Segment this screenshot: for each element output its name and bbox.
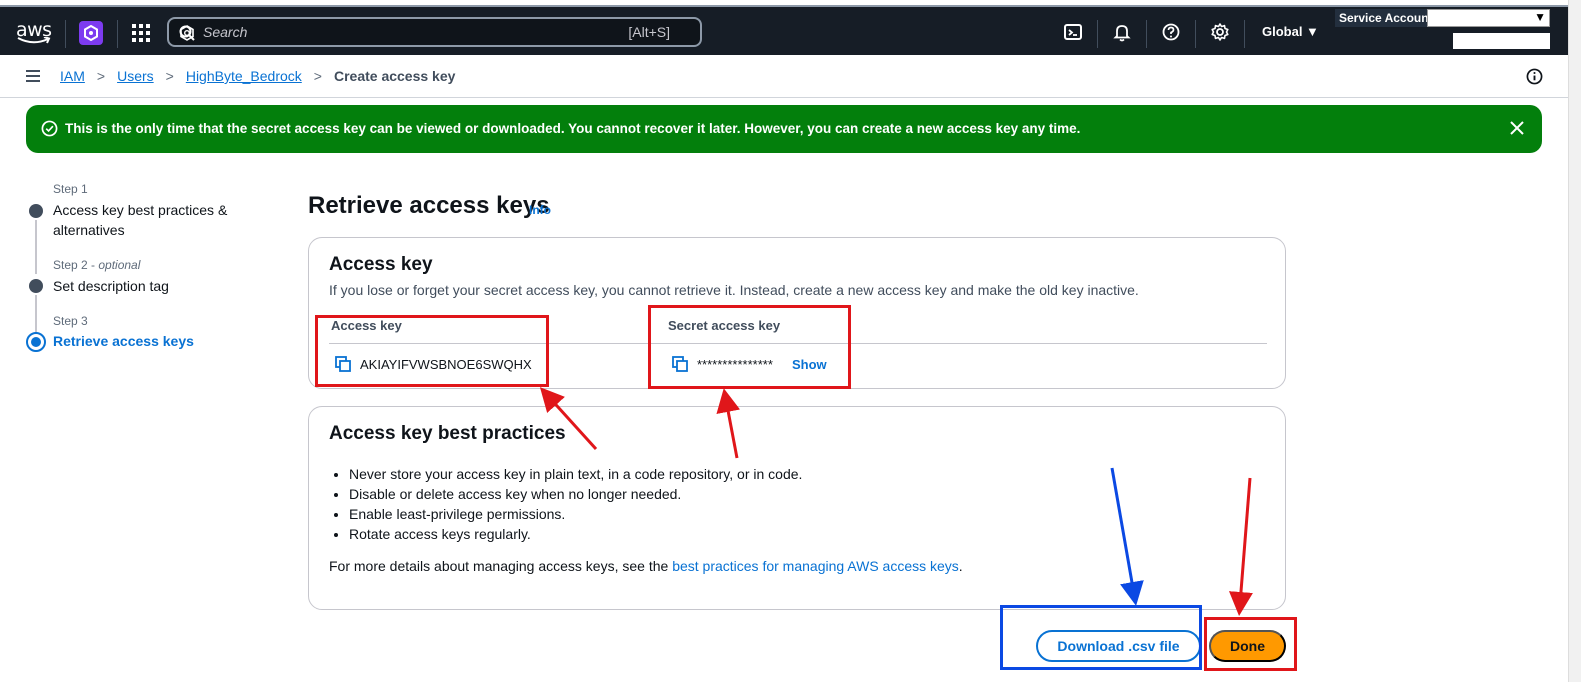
success-flash-banner: This is the only time that the secret ac…: [26, 105, 1542, 153]
hexagon-icon: [84, 25, 98, 41]
best-practices-heading: Access key best practices: [329, 423, 566, 444]
breadcrumb-current: Create access key: [333, 68, 456, 84]
account-select[interactable]: ▼: [1427, 9, 1550, 27]
list-item: Disable or delete access key when no lon…: [349, 484, 802, 504]
breadcrumb-separator-icon: >: [313, 68, 322, 84]
best-practices-card: Access key best practices Never store yo…: [308, 406, 1286, 610]
aws-logo[interactable]: aws: [16, 19, 52, 47]
breadcrumb-iam[interactable]: IAM: [60, 68, 85, 84]
amazon-q-icon[interactable]: [179, 25, 195, 41]
aws-smile-icon: [17, 37, 51, 44]
access-key-description: If you lose or forget your secret access…: [329, 282, 1139, 298]
cloudshell-icon[interactable]: [1063, 22, 1083, 42]
nav-divider: [1244, 20, 1245, 48]
nav-divider: [1097, 20, 1098, 48]
nav-divider: [1146, 20, 1147, 48]
help-icon[interactable]: [1161, 22, 1181, 42]
breadcrumb-bar: IAM > Users > HighByte_Bedrock > Create …: [0, 55, 1568, 98]
page-title: Retrieve access keys: [308, 192, 550, 219]
annotation-box-secret-key: [648, 305, 851, 389]
breadcrumb-separator-icon: >: [165, 68, 174, 84]
account-label: Service Account: [1335, 9, 1427, 27]
step-1-title[interactable]: Access key best practices &: [53, 200, 227, 220]
region-selector[interactable]: Global ▼: [1262, 24, 1319, 39]
step-3-label: Step 3: [53, 314, 88, 328]
annotation-box-download: [1000, 605, 1202, 670]
settings-gear-icon[interactable]: [1210, 22, 1230, 42]
access-key-heading: Access key: [329, 254, 433, 275]
step-1-label: Step 1: [53, 182, 88, 196]
annotation-box-done: [1204, 617, 1297, 671]
breadcrumb-separator-icon: >: [96, 68, 106, 84]
nav-divider: [65, 20, 66, 48]
account-redacted: [1453, 33, 1550, 49]
search-shortcut-hint: [Alt+S]: [628, 24, 670, 40]
breadcrumb: IAM > Users > HighByte_Bedrock > Create …: [60, 68, 455, 84]
annotation-box-access-key: [315, 315, 549, 387]
step-3-indicator-active: [26, 332, 46, 352]
close-icon[interactable]: [1509, 120, 1525, 136]
nav-divider: [117, 20, 118, 48]
best-practices-link[interactable]: best practices for managing AWS access k…: [672, 558, 959, 574]
menu-hamburger-icon[interactable]: [26, 70, 40, 82]
window-scrollbar[interactable]: [1568, 0, 1581, 682]
search-bar[interactable]: [Alt+S]: [167, 17, 702, 47]
list-item: Enable least-privilege permissions.: [349, 504, 802, 524]
flash-message: This is the only time that the secret ac…: [65, 121, 1081, 136]
chevron-down-icon: ▼: [1534, 10, 1546, 24]
step-2-indicator: [29, 279, 43, 293]
viewport: aws [Alt+S]: [0, 0, 1581, 682]
best-practices-more-text: For more details about managing access k…: [329, 558, 963, 574]
step-connector: [35, 220, 37, 274]
search-input[interactable]: [203, 22, 603, 42]
success-check-icon: [41, 120, 58, 137]
info-link[interactable]: Info: [529, 203, 551, 217]
info-panel-icon[interactable]: [1526, 68, 1543, 85]
breadcrumb-users[interactable]: Users: [117, 68, 154, 84]
notifications-bell-icon[interactable]: [1112, 22, 1132, 42]
breadcrumb-user[interactable]: HighByte_Bedrock: [186, 68, 302, 84]
top-navigation: aws [Alt+S]: [0, 5, 1568, 55]
step-1-title-line2[interactable]: alternatives: [53, 220, 125, 240]
nav-divider: [1195, 20, 1196, 48]
step-2-label: Step 2 - optional: [53, 258, 141, 272]
best-practices-list: Never store your access key in plain tex…: [349, 464, 802, 544]
step-3-title: Retrieve access keys: [53, 333, 194, 349]
account-menu[interactable]: Service Account ▼: [1335, 9, 1552, 53]
all-services-grid-icon[interactable]: [132, 24, 150, 42]
list-item: Rotate access keys regularly.: [349, 524, 802, 544]
step-1-indicator: [29, 204, 43, 218]
list-item: Never store your access key in plain tex…: [349, 464, 802, 484]
service-favorite-icon[interactable]: [79, 21, 103, 45]
step-2-title[interactable]: Set description tag: [53, 276, 169, 296]
